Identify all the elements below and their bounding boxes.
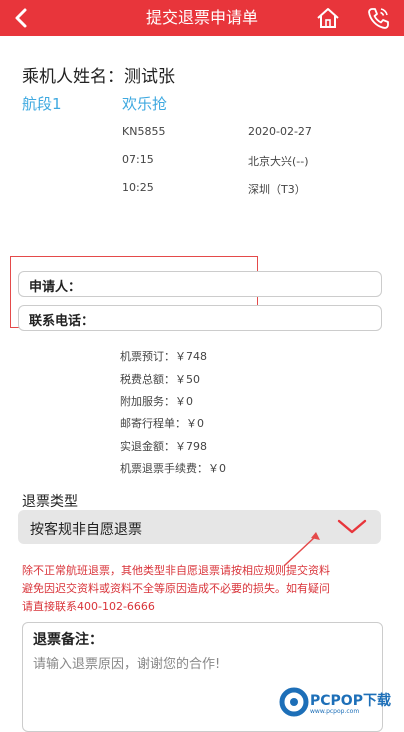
chevron-down-icon[interactable] [336, 517, 368, 537]
applicant-input[interactable] [109, 274, 373, 296]
warning-line-2: 避免因迟交资料或资料不全等原因造成不必要的损失。如有疑问 [22, 582, 330, 595]
flight-number: KN5855 [122, 125, 166, 138]
phone-icon[interactable] [364, 4, 392, 32]
fare-name: 欢乐抢 [122, 95, 168, 113]
depart-time: 07:15 [122, 153, 154, 166]
fee-extra: 附加服务：￥0 [120, 395, 193, 408]
segment-label: 航段1 [22, 95, 62, 113]
watermark-subtext: www.pcpop.com [310, 708, 360, 715]
flight-date: 2020-02-27 [248, 125, 312, 138]
passenger-name: 乘机人姓名：测试张 [22, 67, 175, 87]
fee-mail: 邮寄行程单：￥0 [120, 417, 204, 430]
arrive-airport: 深圳（T3） [248, 183, 306, 196]
applicant-field[interactable]: 申请人： [18, 271, 382, 297]
fee-tax: 税费总额：￥50 [120, 373, 200, 386]
remarks-label: 退票备注： [33, 632, 103, 648]
refund-type-value: 按客规非自愿退票 [30, 522, 142, 538]
warning-line-1: 除不正常航班退票，其他类型非自愿退票请按相应规则提交资料 [22, 564, 330, 577]
phone-input[interactable] [109, 308, 373, 330]
home-icon[interactable] [314, 4, 342, 32]
warning-line-3: 请直接联系400-102-6666 [22, 600, 155, 613]
fee-refund-charge: 机票退票手续费：￥0 [120, 462, 226, 475]
depart-airport: 北京大兴(--) [248, 155, 309, 168]
phone-label: 联系电话： [29, 314, 95, 329]
page-title: 提交退票申请单 [145, 8, 258, 27]
app-header: 提交退票申请单 [0, 0, 404, 36]
phone-field[interactable]: 联系电话： [18, 305, 382, 331]
fee-refund-amount: 实退金额：￥798 [120, 440, 207, 453]
fee-ticket: 机票预订：￥748 [120, 350, 207, 363]
watermark-text: PCPOP下载 [310, 693, 391, 709]
arrive-time: 10:25 [122, 181, 154, 194]
refund-type-label: 退票类型 [22, 494, 78, 510]
applicant-label: 申请人： [29, 280, 82, 295]
